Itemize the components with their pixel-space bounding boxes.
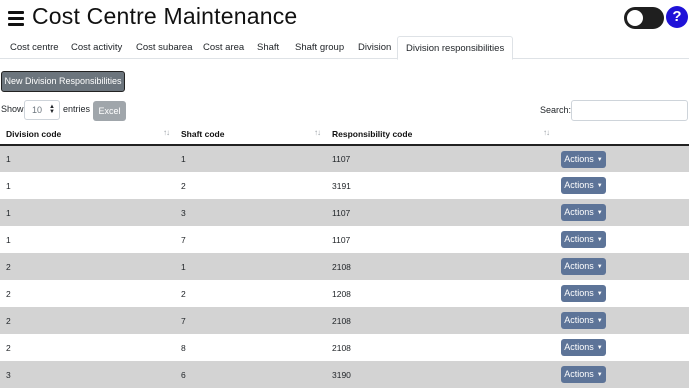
actions-dropdown-button[interactable]: Actions ▼: [561, 204, 606, 221]
hamburger-menu-icon[interactable]: [8, 11, 24, 26]
search-input[interactable]: [571, 100, 688, 121]
sort-icon: ↑↓: [314, 128, 321, 137]
division-code-cell: 2: [0, 280, 175, 307]
sort-icon: ↑↓: [543, 128, 550, 137]
show-label: Show: [1, 104, 24, 114]
shaft-code-cell: 2: [175, 280, 326, 307]
actions-dropdown-button[interactable]: Actions ▼: [561, 258, 606, 275]
actions-dropdown-button[interactable]: Actions ▼: [561, 150, 606, 168]
caret-down-icon: ▼: [596, 156, 603, 163]
top-bar: Cost Centre Maintenance ?: [0, 0, 689, 36]
actions-dropdown-button[interactable]: Actions ▼: [561, 312, 606, 329]
responsibility-code-cell: 1208: [326, 280, 555, 307]
tab-shaft[interactable]: Shaft: [249, 36, 287, 59]
toggle-knob: [627, 10, 643, 26]
responsibility-code-cell: 2108: [326, 307, 555, 334]
actions-dropdown-button[interactable]: Actions ▼: [561, 177, 606, 194]
actions-cell: Actions ▼: [555, 199, 689, 226]
responsibility-code-cell: 1107: [326, 226, 555, 253]
division-code-cell: 1: [0, 172, 175, 199]
responsibility-code-cell: 3190: [326, 361, 555, 388]
tab-shaft-group[interactable]: Shaft group: [287, 36, 352, 59]
caret-down-icon: ▼: [596, 318, 603, 324]
responsibility-code-cell: 1107: [326, 145, 555, 172]
division-code-cell: 2: [0, 334, 175, 361]
caret-down-icon: ▼: [596, 237, 603, 243]
table-header-row: Division code ↑↓ Shaft code ↑↓ Responsibil…: [0, 124, 689, 146]
tab-cost-centre[interactable]: Cost centre: [2, 36, 67, 59]
actions-dropdown-button[interactable]: Actions ▼: [561, 339, 606, 356]
actions-cell: Actions ▼: [555, 145, 689, 172]
shaft-code-cell: 6: [175, 361, 326, 388]
tab-division-responsibilities[interactable]: Division responsibilities: [397, 36, 514, 60]
table-row: 2 8 2108 Actions ▼: [0, 334, 689, 361]
column-header-division-code[interactable]: Division code ↑↓: [0, 124, 175, 146]
tab-cost-activity[interactable]: Cost activity: [63, 36, 130, 59]
actions-cell: Actions ▼: [555, 334, 689, 361]
shaft-code-cell: 7: [175, 307, 326, 334]
division-code-cell: 2: [0, 307, 175, 334]
responsibility-code-cell: 1107: [326, 199, 555, 226]
shaft-code-cell: 1: [175, 145, 326, 172]
table-row: 1 3 1107 Actions ▼: [0, 199, 689, 226]
division-code-cell: 3: [0, 361, 175, 388]
division-code-cell: 2: [0, 253, 175, 280]
actions-cell: Actions ▼: [555, 172, 689, 199]
caret-down-icon: ▼: [596, 372, 603, 378]
tab-cost-area[interactable]: Cost area: [195, 36, 252, 59]
table-row: 1 1 1107 Actions ▼: [0, 145, 689, 172]
new-division-responsibilities-button[interactable]: New Division Responsibilities: [1, 71, 125, 92]
excel-export-button[interactable]: Excel: [93, 101, 126, 121]
actions-dropdown-button[interactable]: Actions ▼: [561, 366, 606, 383]
actions-cell: Actions ▼: [555, 280, 689, 307]
dark-mode-toggle[interactable]: [624, 7, 664, 29]
responsibility-code-cell: 2108: [326, 334, 555, 361]
page-title: Cost Centre Maintenance: [32, 3, 298, 29]
table-row: 2 2 1208 Actions ▼: [0, 280, 689, 307]
caret-down-icon: ▼: [596, 183, 603, 189]
tab-division[interactable]: Division: [350, 36, 399, 59]
actions-cell: Actions ▼: [555, 361, 689, 388]
actions-cell: Actions ▼: [555, 253, 689, 280]
shaft-code-cell: 1: [175, 253, 326, 280]
table-row: 2 7 2108 Actions ▼: [0, 307, 689, 334]
actions-cell: Actions ▼: [555, 307, 689, 334]
caret-down-icon: ▼: [596, 345, 603, 351]
tab-bar: Cost centre Cost activity Cost subarea C…: [0, 36, 689, 60]
table-row: 1 2 3191 Actions ▼: [0, 172, 689, 199]
responsibility-code-cell: 3191: [326, 172, 555, 199]
column-header-actions: [555, 124, 689, 146]
actions-dropdown-button[interactable]: Actions ▼: [561, 231, 606, 248]
tab-cost-subarea[interactable]: Cost subarea: [128, 36, 201, 59]
sort-icon: ↑↓: [163, 128, 170, 137]
table-row: 1 7 1107 Actions ▼: [0, 226, 689, 253]
table-row: 2 1 2108 Actions ▼: [0, 253, 689, 280]
help-button[interactable]: ?: [666, 6, 688, 28]
caret-down-icon: ▼: [596, 291, 603, 297]
division-code-cell: 1: [0, 226, 175, 253]
shaft-code-cell: 3: [175, 199, 326, 226]
entries-label: entries: [63, 104, 91, 114]
division-code-cell: 1: [0, 145, 175, 172]
caret-down-icon: ▼: [596, 264, 603, 270]
select-arrows-icon: ▲ ▼: [49, 104, 55, 115]
entries-per-page-select[interactable]: 10 ▲ ▼: [24, 100, 60, 120]
shaft-code-cell: 8: [175, 334, 326, 361]
responsibility-code-cell: 2108: [326, 253, 555, 280]
actions-cell: Actions ▼: [555, 226, 689, 253]
entries-value: 10: [32, 105, 43, 115]
division-code-cell: 1: [0, 199, 175, 226]
division-responsibilities-table: Division code ↑↓ Shaft code ↑↓ Responsibil…: [0, 124, 689, 388]
shaft-code-cell: 7: [175, 226, 326, 253]
column-header-shaft-code[interactable]: Shaft code ↑↓: [175, 124, 326, 146]
shaft-code-cell: 2: [175, 172, 326, 199]
table-row: 3 6 3190 Actions ▼: [0, 361, 689, 388]
caret-down-icon: ▼: [596, 210, 603, 216]
column-header-responsibility-code[interactable]: Responsibility code ↑↓: [326, 124, 555, 146]
actions-dropdown-button[interactable]: Actions ▼: [561, 285, 606, 302]
search-label: Search:: [540, 105, 572, 115]
